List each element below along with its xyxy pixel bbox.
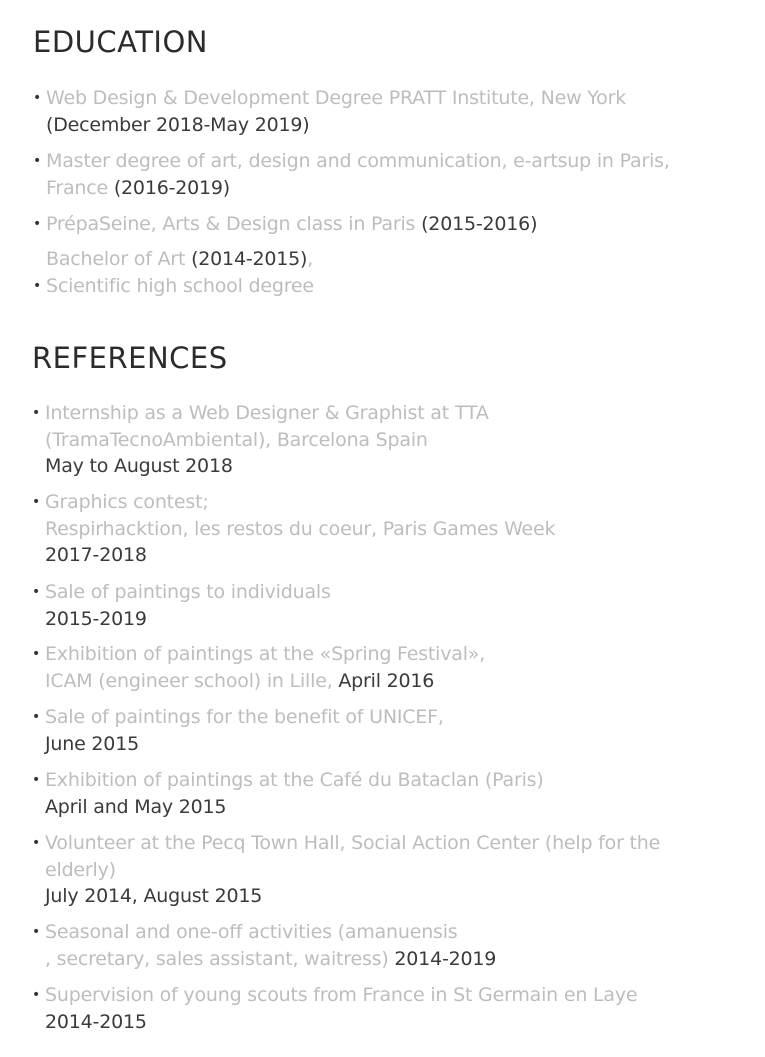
reference-item-bataclan: • Exhibition of paintings at the Café du… <box>32 767 544 820</box>
education-item-eartsup: • Master degree of art, design and commu… <box>33 148 670 201</box>
reference-item-dates: 2015-2019 <box>45 607 147 630</box>
reference-item-dates: 2014-2015 <box>45 1010 147 1033</box>
education-item-dates: (December 2018-May 2019) <box>46 113 310 136</box>
education-item-pratt: • Web Design & Development Degree PRATT … <box>33 85 626 138</box>
bullet: • <box>33 278 42 294</box>
bullet: • <box>32 835 41 851</box>
reference-item-tta: • Internship as a Web Designer & Graphis… <box>32 400 489 480</box>
reference-item-dates: April and May 2015 <box>45 795 227 818</box>
reference-item-dates: 2014-2019 <box>394 947 497 970</box>
bullet: • <box>32 772 41 788</box>
education-heading: EDUCATION <box>33 25 209 59</box>
bullet: • <box>32 494 41 510</box>
bullet: • <box>32 405 41 421</box>
reference-item-sale-paintings: • Sale of paintings to individuals 2015-… <box>32 579 331 632</box>
reference-item-dates: June 2015 <box>45 732 139 755</box>
reference-item-detail: (TramaTecnoAmbiental), Barcelona Spain <box>45 428 428 451</box>
reference-item-title: Graphics contest; <box>45 491 209 513</box>
reference-item-graphics-contest: • Graphics contest; Respirhacktion, les … <box>32 489 556 569</box>
reference-item-spring-festival: • Exhibition of paintings at the «Spring… <box>32 641 485 694</box>
reference-item-title: Exhibition of paintings at the «Spring F… <box>45 643 486 665</box>
reference-item-title: Supervision of young scouts from France … <box>45 984 638 1006</box>
reference-item-title: Volunteer at the Pecq Town Hall, Social … <box>45 832 661 854</box>
reference-item-dates: 2017-2018 <box>45 544 147 566</box>
bullet: • <box>33 153 42 169</box>
education-item-location: France <box>46 176 114 199</box>
reference-item-title: Sale of paintings for the benefit of UNI… <box>45 706 444 728</box>
reference-item-title: Seasonal and one-off activities (amanuen… <box>45 921 458 943</box>
education-item-title: Web Design & Development Degree PRATT In… <box>46 87 627 109</box>
bullet: • <box>32 924 41 940</box>
education-item-dates: (2014-2015) <box>191 248 308 270</box>
bullet: • <box>33 216 42 232</box>
bullet: • <box>32 646 41 662</box>
bullet: • <box>33 90 42 106</box>
reference-item-detail: elderly) <box>45 858 116 881</box>
reference-item-detail: , secretary, sales assistant, waitress) <box>45 947 395 970</box>
education-item-title: Bachelor of Art <box>46 248 192 270</box>
education-item-dates: (2016-2019) <box>113 176 231 199</box>
bullet: • <box>32 987 41 1003</box>
education-item-bachelor: Bachelor of Art (2014-2015), <box>33 246 313 273</box>
education-item-high-school: • Scientific high school degree <box>33 273 314 300</box>
reference-item-detail: Respirhacktion, les restos du coeur, Par… <box>45 517 556 540</box>
bullet: • <box>32 584 41 600</box>
education-item-title: Scientific high school degree <box>46 275 314 297</box>
reference-item-dates: July 2014, August 2015 <box>45 885 263 907</box>
reference-item-volunteer: • Volunteer at the Pecq Town Hall, Socia… <box>32 830 660 910</box>
reference-item-title: Sale of paintings to individuals <box>45 581 331 603</box>
reference-item-dates: May to August 2018 <box>45 455 233 477</box>
reference-item-unicef: • Sale of paintings for the benefit of U… <box>32 704 444 757</box>
education-item-title: Master degree of art, design and communi… <box>46 150 670 172</box>
reference-item-scouts: • Supervision of young scouts from Franc… <box>32 982 638 1035</box>
education-item-title: PrépaSeine, Arts & Design class in Paris <box>46 213 422 235</box>
reference-item-dates: April 2016 <box>338 669 435 692</box>
bullet: • <box>32 709 41 725</box>
reference-item-detail: ICAM (engineer school) in Lille, <box>45 669 339 692</box>
education-item-comma: , <box>307 248 314 270</box>
references-heading: REFERENCES <box>32 341 228 375</box>
resume-page: EDUCATION • Web Design & Development Deg… <box>0 0 765 1057</box>
reference-item-title: Exhibition of paintings at the Café du B… <box>45 769 544 791</box>
reference-item-title: Internship as a Web Designer & Graphist … <box>45 402 489 424</box>
education-item-prepaseine: • PrépaSeine, Arts & Design class in Par… <box>33 211 537 238</box>
education-item-dates: (2015-2016) <box>421 213 538 235</box>
reference-item-seasonal: • Seasonal and one-off activities (amanu… <box>32 919 496 972</box>
